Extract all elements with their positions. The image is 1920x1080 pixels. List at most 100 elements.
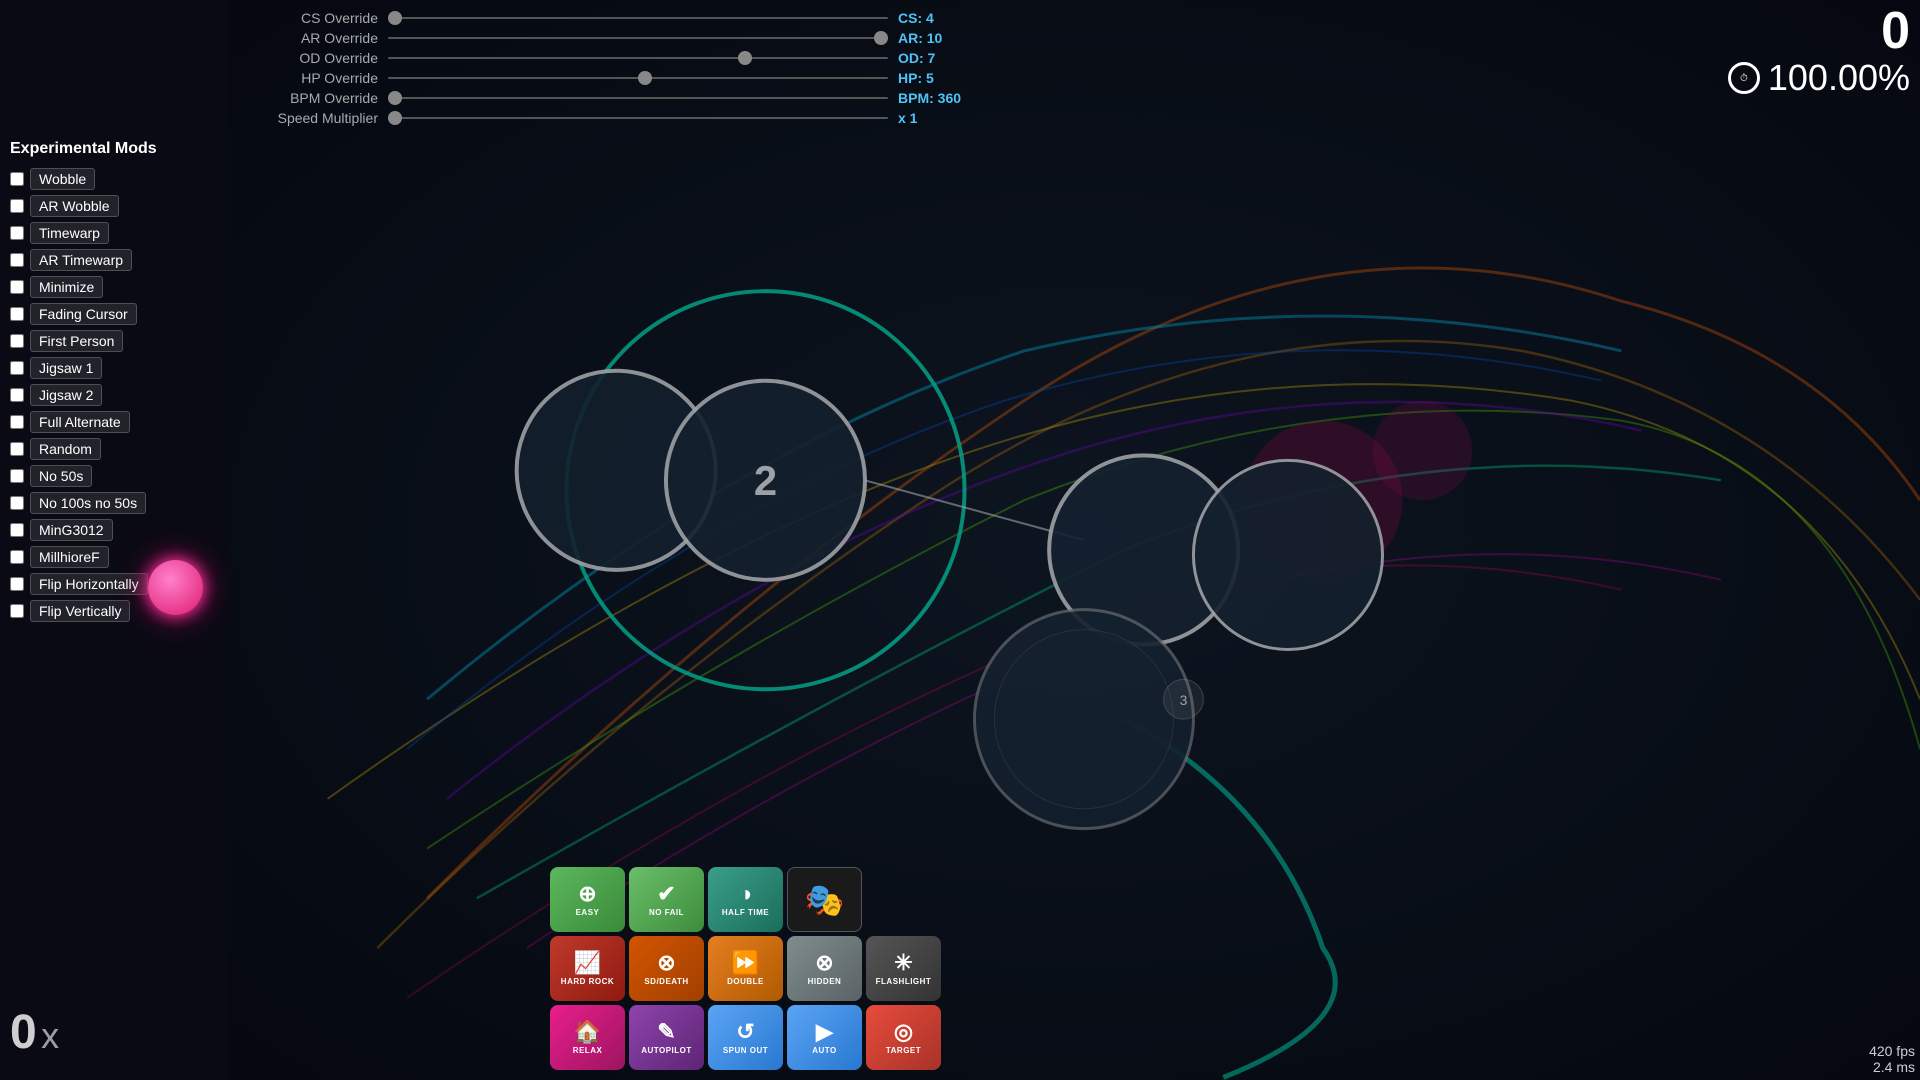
- jigsaw2-checkbox[interactable]: [10, 388, 24, 402]
- mod-minimize[interactable]: Minimize: [10, 276, 218, 298]
- flashlight-button[interactable]: ✳ FLASHLIGHT: [866, 936, 941, 1001]
- sd-death-button[interactable]: ⊗ SD/DEATH: [629, 936, 704, 1001]
- accuracy-value: 100.00%: [1768, 57, 1910, 99]
- minimize-label[interactable]: Minimize: [30, 276, 103, 298]
- ar-label: AR Override: [248, 30, 378, 46]
- wobble-checkbox[interactable]: [10, 172, 24, 186]
- mod-ar-timewarp[interactable]: AR Timewarp: [10, 249, 218, 271]
- mod-jigsaw2[interactable]: Jigsaw 2: [10, 384, 218, 406]
- full-alternate-checkbox[interactable]: [10, 415, 24, 429]
- auto-label: AUTO: [812, 1046, 837, 1055]
- ming3012-label[interactable]: MinG3012: [30, 519, 113, 541]
- bottom-left-score: 0 x: [10, 1005, 59, 1060]
- auto-button[interactable]: ▶ AUTO: [787, 1005, 862, 1070]
- mod-wobble[interactable]: Wobble: [10, 168, 218, 190]
- mod-ming3012[interactable]: MinG3012: [10, 519, 218, 541]
- ar-wobble-label[interactable]: AR Wobble: [30, 195, 119, 217]
- jigsaw2-label[interactable]: Jigsaw 2: [30, 384, 102, 406]
- jigsaw1-checkbox[interactable]: [10, 361, 24, 375]
- ar-timewarp-checkbox[interactable]: [10, 253, 24, 267]
- bpm-handle[interactable]: [388, 91, 402, 105]
- ar-timewarp-label[interactable]: AR Timewarp: [30, 249, 132, 271]
- spun-out-button[interactable]: ↺ SPUN OUT: [708, 1005, 783, 1070]
- cs-track[interactable]: [388, 17, 888, 19]
- mod-first-person[interactable]: First Person: [10, 330, 218, 352]
- mod-random[interactable]: Random: [10, 438, 218, 460]
- od-slider-row: OD Override OD: 7: [248, 50, 1660, 66]
- mod-full-alternate[interactable]: Full Alternate: [10, 411, 218, 433]
- cs-label: CS Override: [248, 10, 378, 26]
- od-value: OD: 7: [898, 50, 978, 66]
- hp-handle[interactable]: [638, 71, 652, 85]
- half-time-icon: ◑: [739, 883, 752, 905]
- speed-handle[interactable]: [388, 111, 402, 125]
- fading-cursor-label[interactable]: Fading Cursor: [30, 303, 137, 325]
- hp-label: HP Override: [248, 70, 378, 86]
- ming3012-checkbox[interactable]: [10, 523, 24, 537]
- avatar-mod-button[interactable]: 🎭: [787, 867, 862, 932]
- od-track[interactable]: [388, 57, 888, 59]
- autopilot-button[interactable]: ✎ AUTOPILOT: [629, 1005, 704, 1070]
- ms-display: 2.4 ms: [1869, 1059, 1915, 1075]
- ar-wobble-checkbox[interactable]: [10, 199, 24, 213]
- od-handle[interactable]: [738, 51, 752, 65]
- svg-text:3: 3: [1180, 692, 1188, 708]
- swirl-background: 2 3: [228, 0, 1920, 1080]
- timewarp-label[interactable]: Timewarp: [30, 222, 109, 244]
- random-checkbox[interactable]: [10, 442, 24, 456]
- flip-vertically-label[interactable]: Flip Vertically: [30, 600, 130, 622]
- hp-track[interactable]: [388, 77, 888, 79]
- experimental-mods-sidebar: Experimental Mods Wobble AR Wobble Timew…: [0, 130, 228, 637]
- easy-button[interactable]: ⊕ EASY: [550, 867, 625, 932]
- relax-button[interactable]: 🏠 RELAX: [550, 1005, 625, 1070]
- ar-value: AR: 10: [898, 30, 978, 46]
- mod-no100s-no50s[interactable]: No 100s no 50s: [10, 492, 218, 514]
- double-button[interactable]: ⏩ DOUBLE: [708, 936, 783, 1001]
- first-person-checkbox[interactable]: [10, 334, 24, 348]
- first-person-label[interactable]: First Person: [30, 330, 123, 352]
- mod-ar-wobble[interactable]: AR Wobble: [10, 195, 218, 217]
- no50s-checkbox[interactable]: [10, 469, 24, 483]
- jigsaw1-label[interactable]: Jigsaw 1: [30, 357, 102, 379]
- mod-timewarp[interactable]: Timewarp: [10, 222, 218, 244]
- no100s-no50s-label[interactable]: No 100s no 50s: [30, 492, 146, 514]
- half-time-label: HALF TIME: [722, 908, 769, 917]
- bpm-track[interactable]: [388, 97, 888, 99]
- bpm-slider-row: BPM Override BPM: 360: [248, 90, 1660, 106]
- avatar-icon: 🎭: [805, 881, 845, 919]
- hp-value: HP: 5: [898, 70, 978, 86]
- no100s-no50s-checkbox[interactable]: [10, 496, 24, 510]
- random-label[interactable]: Random: [30, 438, 101, 460]
- mod-jigsaw1[interactable]: Jigsaw 1: [10, 357, 218, 379]
- flip-vertically-checkbox[interactable]: [10, 604, 24, 618]
- millhioref-checkbox[interactable]: [10, 550, 24, 564]
- hidden-button[interactable]: ⊗ HIDDEN: [787, 936, 862, 1001]
- full-alternate-label[interactable]: Full Alternate: [30, 411, 130, 433]
- mod-no50s[interactable]: No 50s: [10, 465, 218, 487]
- no-fail-icon: ✔: [657, 883, 675, 905]
- flip-horizontally-label[interactable]: Flip Horizontally: [30, 573, 148, 595]
- ar-handle[interactable]: [874, 31, 888, 45]
- flashlight-icon: ✳: [894, 952, 912, 974]
- no-fail-button[interactable]: ✔ NO FAIL: [629, 867, 704, 932]
- flip-horizontally-checkbox[interactable]: [10, 577, 24, 591]
- double-label: DOUBLE: [727, 977, 764, 986]
- fading-cursor-checkbox[interactable]: [10, 307, 24, 321]
- hard-rock-button[interactable]: 📈 HARD ROCK: [550, 936, 625, 1001]
- wobble-label[interactable]: Wobble: [30, 168, 95, 190]
- hard-rock-icon: 📈: [574, 952, 601, 974]
- mod-fading-cursor[interactable]: Fading Cursor: [10, 303, 218, 325]
- millhioref-label[interactable]: MillhioreF: [30, 546, 109, 568]
- speed-track[interactable]: [388, 117, 888, 119]
- minimize-checkbox[interactable]: [10, 280, 24, 294]
- ar-track[interactable]: [388, 37, 888, 39]
- cs-handle[interactable]: [388, 11, 402, 25]
- no50s-label[interactable]: No 50s: [30, 465, 92, 487]
- sd-death-label: SD/DEATH: [644, 977, 688, 986]
- mod-row-1: ⊕ EASY ✔ NO FAIL ◑ HALF TIME 🎭: [550, 867, 941, 932]
- target-button[interactable]: ◎ TARGET: [866, 1005, 941, 1070]
- combo-score: 0: [10, 1006, 37, 1059]
- half-time-button[interactable]: ◑ HALF TIME: [708, 867, 783, 932]
- mod-row-3: 🏠 RELAX ✎ AUTOPILOT ↺ SPUN OUT ▶ AUTO ◎ …: [550, 1005, 941, 1070]
- timewarp-checkbox[interactable]: [10, 226, 24, 240]
